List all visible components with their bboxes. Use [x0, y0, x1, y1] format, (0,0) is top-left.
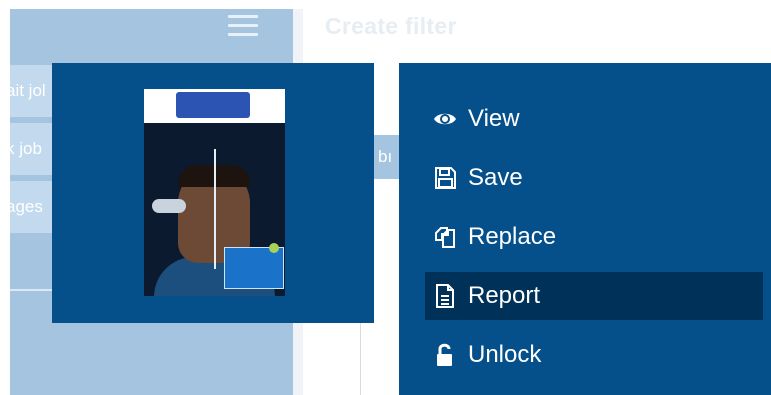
thumbnail-badge	[224, 247, 284, 289]
hamburger-menu-icon[interactable]	[228, 11, 258, 41]
menu-item-label: Save	[468, 164, 523, 191]
menu-item-unlock[interactable]: Unlock	[425, 331, 763, 379]
eye-icon	[433, 107, 457, 131]
menu-item-replace[interactable]: Replace	[425, 213, 763, 261]
menu-item-save[interactable]: Save	[425, 154, 763, 202]
replace-icon	[433, 225, 457, 249]
unlock-icon	[433, 343, 457, 367]
page-title: Create filter	[325, 13, 457, 39]
menu-item-label: Replace	[468, 223, 557, 250]
context-menu: View Save Replace Report Unlock	[399, 63, 771, 395]
thumbnail-logo	[176, 92, 250, 118]
menu-item-view[interactable]: View	[425, 95, 763, 143]
menu-item-label: Unlock	[468, 341, 542, 368]
app-frame: ait jol k job ages Create filter bı View…	[10, 9, 771, 395]
menu-item-label: Report	[468, 282, 541, 309]
thumbnail-badge-dot	[269, 243, 279, 253]
document-preview-panel	[52, 63, 374, 323]
thumbnail-smoke	[152, 199, 186, 213]
menu-item-label: View	[468, 105, 520, 132]
document-thumbnail[interactable]	[144, 89, 285, 296]
menu-item-report[interactable]: Report	[425, 272, 763, 320]
thumbnail-center-line	[214, 149, 216, 269]
floppy-disk-icon	[433, 166, 457, 190]
report-document-icon	[433, 284, 457, 308]
